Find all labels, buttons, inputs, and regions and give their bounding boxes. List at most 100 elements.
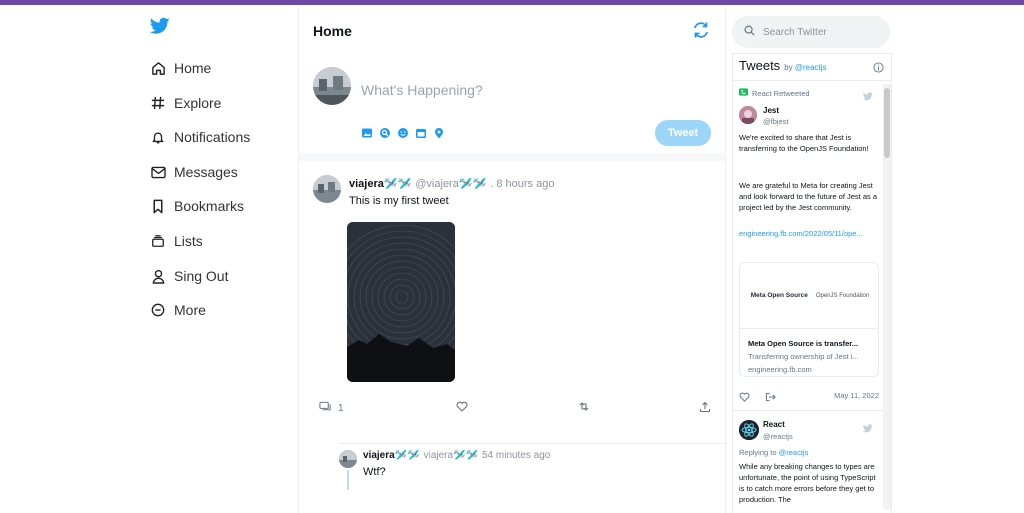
gif-search-icon[interactable]	[379, 127, 391, 139]
sidebar-item-label: Bookmarks	[174, 198, 245, 214]
mail-icon	[150, 164, 166, 180]
tweet-author-name[interactable]: viajera🛩️🛩️	[349, 177, 411, 190]
heart-icon	[456, 401, 468, 415]
tweet-button[interactable]: Tweet	[655, 120, 711, 146]
sidebar-item-messages[interactable]: Messages	[150, 161, 238, 183]
scrollbar-thumb[interactable]	[884, 88, 890, 158]
embed-header: Tweets by @reactjs	[739, 58, 827, 73]
tweet-image[interactable]	[347, 222, 455, 382]
twitter-bird-icon[interactable]	[862, 88, 873, 101]
tweet-author-name[interactable]: React	[763, 420, 785, 429]
card-title: Meta Open Source is transfer...	[748, 339, 859, 348]
compose-box: What's Happening? Tweet	[299, 57, 727, 161]
right-sidebar: Search Twitter Tweets by @reactjs React …	[726, 5, 1024, 513]
home-icon	[150, 60, 166, 76]
embed-by: by @reactjs	[784, 63, 826, 72]
calendar-icon[interactable]	[415, 127, 427, 139]
avatar[interactable]	[739, 420, 759, 440]
tweet-text: We are grateful to Meta for creating Jes…	[739, 181, 877, 212]
search-icon	[744, 23, 755, 41]
sidebar-item-home[interactable]: Home	[150, 57, 211, 79]
retweet-button[interactable]	[578, 401, 590, 415]
sidebar-item-label: Messages	[174, 164, 238, 180]
bookmark-icon	[150, 198, 166, 214]
share-icon	[699, 401, 711, 416]
user-icon	[150, 268, 166, 284]
list-icon	[150, 233, 166, 249]
sidebar-item-label: Home	[174, 60, 212, 76]
divider	[733, 80, 891, 81]
page-title: Home	[313, 23, 352, 39]
share-button[interactable]	[699, 401, 711, 416]
share-icon[interactable]	[765, 389, 776, 407]
bell-icon	[150, 129, 166, 145]
sidebar-item-signout[interactable]: Sing Out	[150, 265, 228, 287]
tweet-date[interactable]: May 11, 2022	[834, 391, 879, 400]
tweet-author-name[interactable]: Jest	[763, 106, 779, 115]
thread-line	[347, 470, 349, 490]
tweet-header: viajera🛩️🛩️ @viajera🛩️🛩️ . 8 hours ago	[349, 177, 555, 191]
tweet-time: . 8 hours ago	[490, 177, 555, 190]
tweet-header: viajera🛩️🛩️ viajera🛩️🛩️ 54 minutes ago	[363, 450, 550, 461]
info-icon[interactable]	[873, 60, 885, 73]
tweet-text: While any breaking changes to types are …	[739, 462, 876, 504]
emoji-icon[interactable]	[397, 127, 409, 139]
tweet-text: We're excited to share that Jest is tran…	[739, 133, 869, 153]
location-icon[interactable]	[433, 127, 445, 139]
tweet-text: Wtf?	[363, 466, 386, 478]
avatar[interactable]	[313, 175, 341, 203]
reply-tweet[interactable]: viajera🛩️🛩️ viajera🛩️🛩️ 54 minutes ago W…	[339, 443, 727, 513]
replying-to-text: Replying to	[739, 448, 777, 457]
tweet-author-name[interactable]: viajera🛩️🛩️	[363, 450, 420, 461]
divider	[733, 410, 883, 411]
embed-by-text: by	[784, 63, 793, 72]
sidebar-item-explore[interactable]: Explore	[150, 92, 221, 114]
avatar[interactable]	[739, 106, 757, 124]
card-description: Transferring ownership of Jest i...	[748, 352, 859, 361]
heart-icon[interactable]	[739, 389, 750, 407]
sidebar: Home Explore Notifications Messages Book…	[140, 5, 298, 513]
retweet-icon	[578, 401, 590, 415]
comment-icon	[319, 401, 332, 416]
twitter-bird-icon[interactable]	[862, 420, 873, 433]
reply-count: 1	[338, 403, 344, 414]
replying-to: Replying to @reactjs	[739, 447, 879, 458]
timeline-header: Home	[299, 5, 727, 57]
refresh-icon[interactable]	[692, 21, 710, 39]
tweet-author-handle: @reactjs	[763, 432, 793, 441]
search-bar[interactable]: Search Twitter	[732, 16, 890, 48]
sidebar-item-label: More	[174, 302, 206, 318]
link-card[interactable]: Meta Open Source OpenJS Foundation Meta …	[739, 262, 879, 377]
tweet-link[interactable]: engineering.fb.com/2022/05/11/ope...	[739, 228, 879, 239]
retweet-indicator: React Retweeted	[739, 88, 810, 98]
sidebar-item-notifications[interactable]: Notifications	[150, 126, 250, 148]
avatar[interactable]	[313, 67, 351, 105]
avatar[interactable]	[339, 450, 357, 468]
replying-to-handle[interactable]: @reactjs	[779, 448, 809, 457]
card-image: Meta Open Source OpenJS Foundation	[740, 263, 878, 329]
tweet[interactable]: viajera🛩️🛩️ @viajera🛩️🛩️ . 8 hours ago T…	[299, 167, 727, 427]
sidebar-item-label: Lists	[174, 233, 203, 249]
tweet-actions: 1	[299, 399, 727, 419]
twitter-logo-icon[interactable]	[149, 17, 172, 37]
tweet-author-handle: @fbjest	[763, 117, 789, 126]
tweet-author-handle: @viajera🛩️🛩️	[415, 178, 487, 190]
compose-input[interactable]: What's Happening?	[361, 82, 483, 98]
compose-toolbar	[361, 127, 445, 139]
embed-by-handle[interactable]: @reactjs	[795, 63, 827, 72]
image-icon[interactable]	[361, 127, 373, 139]
retweet-icon	[739, 88, 748, 98]
sidebar-item-more[interactable]: More	[150, 299, 206, 321]
sidebar-item-lists[interactable]: Lists	[150, 230, 203, 252]
tweet-actions: May 11, 2022	[739, 389, 879, 402]
tweet-time: 54 minutes ago	[481, 450, 551, 461]
like-button[interactable]	[456, 401, 468, 415]
sidebar-item-bookmarks[interactable]: Bookmarks	[150, 195, 244, 217]
search-input[interactable]: Search Twitter	[763, 27, 827, 38]
tweet-text: This is my first tweet	[349, 195, 449, 207]
reply-action[interactable]: 1	[319, 401, 344, 416]
main-timeline: Home What's Happening? Tweet viajera🛩️🛩️…	[298, 5, 727, 513]
card-domain: engineering.fb.com	[748, 365, 812, 374]
retweet-label: React Retweeted	[752, 88, 810, 98]
sidebar-item-label: Sing Out	[174, 268, 229, 284]
